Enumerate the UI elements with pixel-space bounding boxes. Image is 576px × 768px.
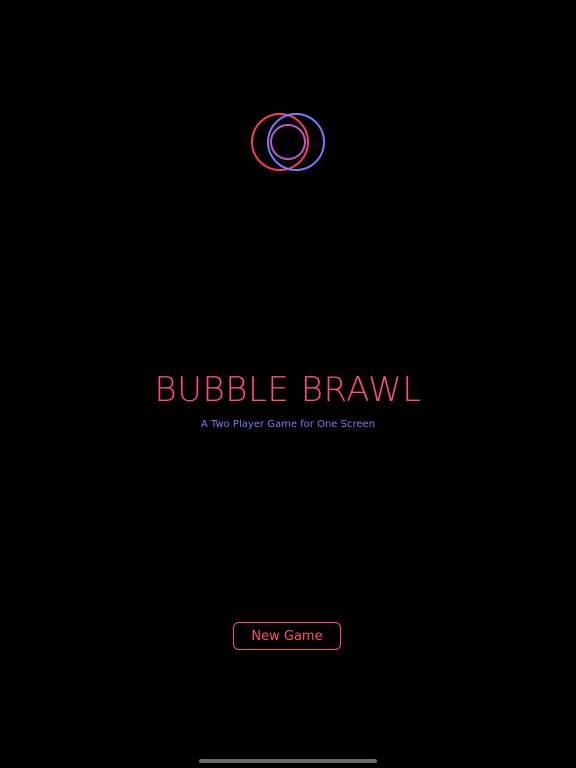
game-subtitle: A Two Player Game for One Screen [200, 419, 376, 430]
bubble-brawl-logo-icon [251, 113, 325, 171]
new-game-button[interactable]: New Game [233, 622, 341, 650]
home-indicator[interactable] [199, 759, 377, 763]
game-title: BUBBLE BRAWL [154, 370, 422, 410]
